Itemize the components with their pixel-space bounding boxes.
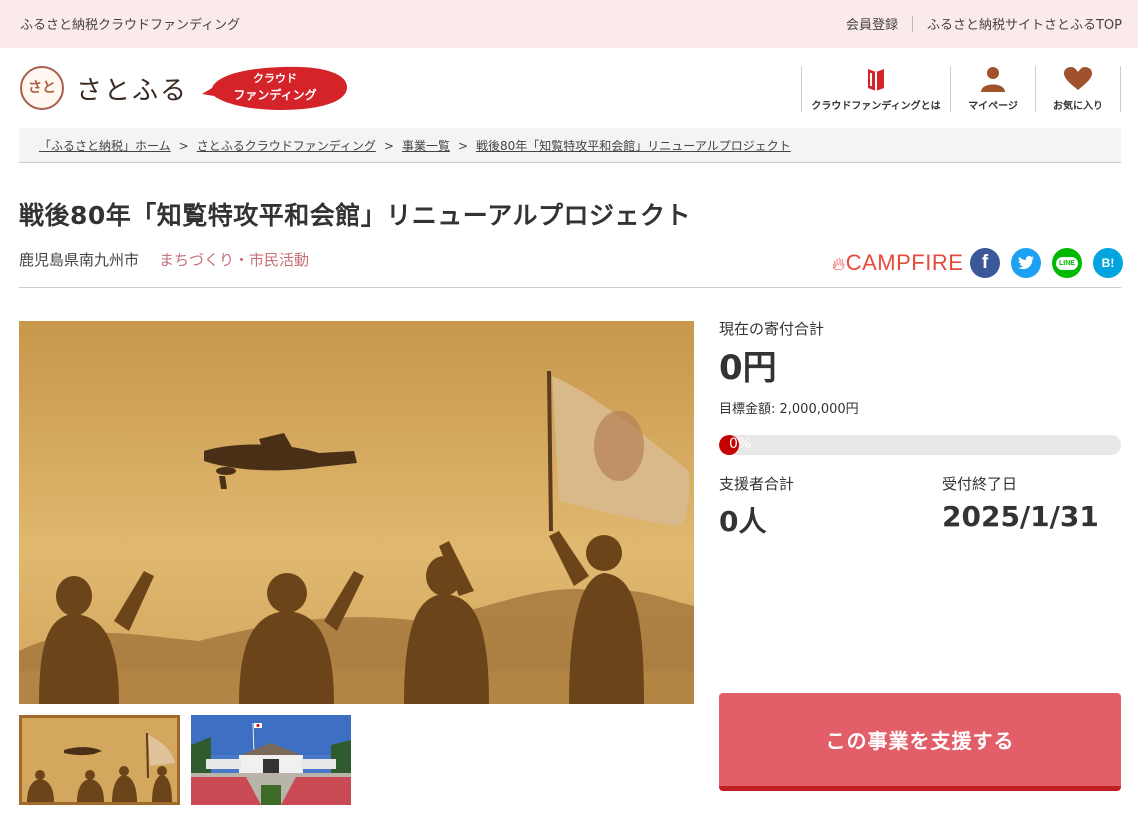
header: さと さとふる クラウド ファンディング クラウドファンディングとは マイページ…	[0, 48, 1138, 128]
satofull-top-link[interactable]: ふるさと納税サイトさとふるTOP	[927, 14, 1122, 33]
supporters-label: 支援者合計	[719, 475, 795, 493]
flame-icon: 🔥︎	[832, 254, 846, 274]
photo-kamikaze-sendoff	[19, 321, 694, 704]
support-project-button[interactable]: この事業を支援する	[719, 693, 1121, 791]
page-title: 戦後80年「知覧特攻平和会館」リニューアルプロジェクト	[19, 201, 692, 230]
project-location: 鹿児島県南九州市	[19, 251, 140, 269]
supporters-value: 0人	[719, 505, 767, 538]
badge-line-2: ファンディング	[233, 88, 317, 102]
facebook-share-icon[interactable]: f	[970, 248, 1000, 278]
campfire-logo[interactable]: 🔥︎CAMPFIRE	[832, 250, 963, 276]
goal-amount: 目標金額: 2,000,000円	[719, 402, 859, 417]
breadcrumb: 「ふるさと納税」ホーム > さとふるクラウドファンディング > 事業一覧 > 戦後80年「知…	[19, 128, 1121, 163]
thumbnail-2[interactable]	[191, 715, 351, 805]
top-bar: ふるさと納税クラウドファンディング 会員登録 ふるさと納税サイトさとふるTOP	[0, 0, 1138, 48]
current-total-value: 0円	[719, 348, 777, 388]
satofull-logo-icon[interactable]: さと	[20, 66, 64, 110]
nav-about-crowdfunding[interactable]: クラウドファンディングとは	[801, 66, 950, 112]
nav-mypage[interactable]: マイページ	[950, 66, 1035, 112]
deadline-value: 2025/1/31	[942, 500, 1099, 533]
heart-icon	[1036, 66, 1120, 92]
main-project-photo	[19, 321, 694, 704]
breadcrumb-separator: >	[178, 139, 189, 153]
breadcrumb-separator: >	[383, 139, 394, 153]
divider	[911, 15, 913, 32]
project-category[interactable]: まちづくり・市民活動	[159, 251, 309, 269]
top-links: 会員登録 ふるさと納税サイトさとふるTOP	[846, 14, 1122, 33]
project-meta: 鹿児島県南九州市 まちづくり・市民活動	[19, 249, 309, 270]
line-share-icon[interactable]: LINE	[1052, 248, 1082, 278]
register-link[interactable]: 会員登録	[846, 14, 898, 33]
thumbnail-photo-sendoff	[22, 718, 177, 802]
thumbnail-photo-museum	[191, 715, 351, 805]
hatena-bookmark-icon[interactable]: B!	[1093, 248, 1123, 278]
badge-line-1: クラウド	[253, 72, 297, 85]
breadcrumb-separator: >	[457, 139, 469, 153]
progress-bar: 0%	[719, 435, 1121, 455]
thumbnail-1[interactable]	[19, 715, 180, 805]
book-icon	[802, 66, 950, 92]
twitter-share-icon[interactable]	[1011, 248, 1041, 278]
user-icon	[951, 66, 1035, 92]
divider	[19, 287, 1121, 288]
breadcrumb-home[interactable]: 「ふるさと納税」ホーム	[39, 139, 171, 153]
deadline-label: 受付終了日	[942, 475, 1018, 493]
crowdfunding-badge[interactable]: クラウド ファンディング	[200, 64, 350, 112]
breadcrumb-current[interactable]: 戦後80年「知覧特攻平和会館」リニューアルプロジェクト	[476, 139, 791, 153]
site-name: ふるさと納税クラウドファンディング	[20, 18, 241, 33]
progress-percent: 0%	[729, 436, 752, 452]
breadcrumb-projects[interactable]: 事業一覧	[402, 139, 450, 153]
nav-favorites[interactable]: お気に入り	[1035, 66, 1121, 112]
current-total-label: 現在の寄付合計	[719, 320, 825, 338]
breadcrumb-crowdfunding[interactable]: さとふるクラウドファンディング	[197, 139, 376, 153]
logo-text[interactable]: さとふる	[76, 70, 188, 107]
